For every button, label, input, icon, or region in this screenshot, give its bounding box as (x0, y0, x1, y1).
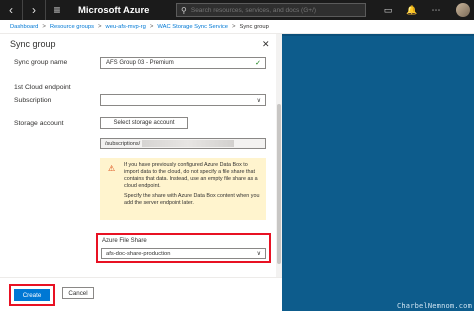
azure-file-share-label: Azure File Share (102, 238, 147, 244)
chevron-right-icon: > (232, 23, 236, 30)
create-highlight: Create (9, 284, 55, 306)
forward-icon[interactable]: › (23, 0, 45, 20)
azure-file-share-highlight: Azure File Share afs-doc-share-productio… (96, 233, 271, 263)
breadcrumb-resource-group[interactable]: weu-afs-mvp-rg (106, 24, 146, 30)
close-icon[interactable]: ✕ (262, 39, 270, 50)
chevron-down-icon: ∨ (256, 97, 261, 104)
select-storage-account-button[interactable]: Select storage account (100, 117, 188, 129)
avatar[interactable] (456, 3, 470, 17)
create-button[interactable]: Create (14, 289, 50, 301)
warning-icon: ⚠ (108, 164, 116, 173)
blade-footer: Create Cancel (0, 277, 282, 311)
background-panel: CharbelNemnom.com (282, 34, 474, 311)
warning-text-2: Specify the share with Azure Data Box co… (124, 193, 260, 207)
scrollbar-thumb[interactable] (277, 104, 281, 264)
notifications-icon[interactable]: 🔔 (400, 0, 424, 20)
search-input[interactable] (190, 6, 361, 14)
brand-title[interactable]: Microsoft Azure (78, 5, 166, 16)
panel-edge (282, 34, 474, 36)
storage-path-field: /subscriptions/ (100, 138, 266, 149)
breadcrumb-sync-service[interactable]: WAC Storage Sync Service (157, 24, 228, 30)
sync-group-name-value: AFS Group 03 - Premium (106, 60, 174, 66)
sync-group-blade: Sync group ✕ Sync group name AFS Group 0… (0, 34, 282, 311)
breadcrumb: Dashboard > Resource groups > weu-afs-mv… (0, 20, 474, 34)
back-icon[interactable]: ‹ (0, 0, 22, 20)
search-icon: ⚲ (181, 5, 187, 15)
breadcrumb-sync-group: Sync group (239, 23, 269, 30)
cloud-endpoint-heading: 1st Cloud endpoint (14, 84, 71, 91)
redacted-path (142, 140, 235, 147)
azure-file-share-value: afs-doc-share-production (106, 250, 171, 257)
sync-group-name-label: Sync group name (14, 59, 68, 66)
blade-title: Sync group (10, 39, 56, 49)
chevron-right-icon: > (98, 23, 102, 30)
cancel-button[interactable]: Cancel (62, 287, 94, 299)
watermark: CharbelNemnom.com (396, 302, 472, 310)
storage-account-label: Storage account (14, 120, 64, 127)
search-box[interactable]: ⚲ (176, 3, 366, 17)
menu-icon[interactable]: ≡ (46, 0, 68, 20)
chevron-right-icon: > (149, 23, 154, 30)
data-box-warning: ⚠ If you have previously configured Azur… (100, 158, 266, 220)
chevron-down-icon: ∨ (256, 251, 261, 257)
warning-text-1: If you have previously configured Azure … (124, 162, 258, 190)
azure-file-share-dropdown[interactable]: afs-doc-share-production ∨ (101, 248, 266, 259)
subscription-dropdown[interactable]: ∨ (100, 94, 266, 106)
cloud-shell-icon[interactable]: ▭ (376, 0, 400, 20)
more-options-icon[interactable]: ⋯ (424, 0, 448, 20)
breadcrumb-dashboard[interactable]: Dashboard (10, 24, 38, 30)
sync-group-name-input[interactable]: AFS Group 03 - Premium ✓ (100, 57, 266, 69)
storage-path-value: /subscriptions/ (105, 140, 141, 147)
top-bar: ‹ › ≡ Microsoft Azure ⚲ ▭ 🔔 ⋯ (0, 0, 474, 20)
checkmark-icon: ✓ (255, 60, 261, 67)
chevron-right-icon: > (42, 23, 46, 30)
breadcrumb-resource-groups[interactable]: Resource groups (50, 24, 94, 30)
subscription-label: Subscription (14, 97, 52, 104)
